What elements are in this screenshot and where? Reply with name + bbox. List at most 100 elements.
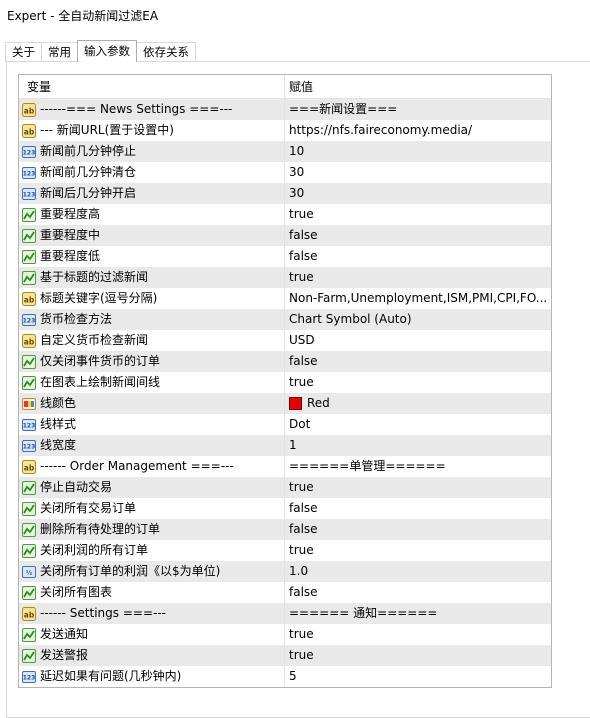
parameter-value-cell[interactable]: Dot	[285, 414, 551, 435]
parameter-row[interactable]: 发送警报 true	[19, 645, 551, 666]
parameter-value[interactable]: true	[289, 267, 314, 288]
parameter-value[interactable]: true	[289, 477, 314, 498]
parameter-row[interactable]: 123 延迟如果有问题(几秒钟内) 5	[19, 666, 551, 687]
parameter-row[interactable]: 123 新闻前几分钟停止 10	[19, 141, 551, 162]
parameter-value[interactable]: true	[289, 645, 314, 666]
parameter-value[interactable]: true	[289, 624, 314, 645]
parameter-row[interactable]: 删除所有待处理的订单 false	[19, 519, 551, 540]
parameter-value-cell[interactable]: false	[285, 519, 551, 540]
parameter-value[interactable]: 10	[289, 141, 304, 162]
boolean-chart-icon	[21, 543, 37, 559]
parameter-value-cell[interactable]: Red	[285, 393, 551, 414]
parameter-value[interactable]: false	[289, 582, 318, 603]
parameter-value[interactable]: https://nfs.faireconomy.media/	[289, 120, 472, 141]
parameter-row[interactable]: 关闭所有图表 false	[19, 582, 551, 603]
parameter-value-cell[interactable]: ===新闻设置===	[285, 99, 551, 120]
parameter-name-cell: 停止自动交易	[19, 477, 285, 498]
parameter-value-cell[interactable]: Non-Farm,Unemployment,ISM,PMI,CPI,FO...	[285, 288, 551, 309]
parameter-value-cell[interactable]: USD	[285, 330, 551, 351]
parameter-row[interactable]: 停止自动交易 true	[19, 477, 551, 498]
parameter-value-cell[interactable]: 30	[285, 183, 551, 204]
parameter-value-cell[interactable]: ====== 通知======	[285, 603, 551, 624]
parameter-row[interactable]: 123 线宽度 1	[19, 435, 551, 456]
parameter-row[interactable]: ab 自定义货币检查新闻 USD	[19, 330, 551, 351]
parameter-row[interactable]: 123 新闻前几分钟清仓 30	[19, 162, 551, 183]
parameter-value-cell[interactable]: Chart Symbol (Auto)	[285, 309, 551, 330]
parameter-row[interactable]: 123 新闻后几分钟开启 30	[19, 183, 551, 204]
parameter-value-cell[interactable]: 5	[285, 666, 551, 687]
parameter-value-cell[interactable]: 1.0	[285, 561, 551, 582]
parameter-row[interactable]: 重要程度中 false	[19, 225, 551, 246]
column-header-variable[interactable]: 变量	[19, 75, 285, 98]
parameter-name-cell: 123 线样式	[19, 414, 285, 435]
parameter-row[interactable]: ½ 关闭所有订单的利润《以$为单位) 1.0	[19, 561, 551, 582]
parameter-value-cell[interactable]: https://nfs.faireconomy.media/	[285, 120, 551, 141]
parameter-value[interactable]: false	[289, 225, 318, 246]
tab-about[interactable]: 关于	[5, 42, 42, 62]
parameter-value-cell[interactable]: true	[285, 204, 551, 225]
parameter-value-cell[interactable]: ======单管理======	[285, 456, 551, 477]
tab-inputs[interactable]: 输入参数	[77, 40, 137, 62]
parameter-value-cell[interactable]: true	[285, 372, 551, 393]
parameter-value[interactable]: 1	[289, 435, 297, 456]
parameter-value[interactable]: true	[289, 372, 314, 393]
parameter-value-cell[interactable]: true	[285, 624, 551, 645]
parameter-row[interactable]: 仅关闭事件货币的订单 false	[19, 351, 551, 372]
parameter-row[interactable]: ab ------ Settings ===--- ====== 通知======	[19, 603, 551, 624]
parameter-row[interactable]: 重要程度低 false	[19, 246, 551, 267]
parameter-row[interactable]: ab --- 新闻URL(置于设置中) https://nfs.faireconom…	[19, 120, 551, 141]
parameter-value-cell[interactable]: false	[285, 351, 551, 372]
parameter-value[interactable]: Dot	[289, 414, 310, 435]
parameter-row[interactable]: 123 货币检查方法 Chart Symbol (Auto)	[19, 309, 551, 330]
parameter-row[interactable]: 重要程度高 true	[19, 204, 551, 225]
column-header-value[interactable]: 赋值	[285, 75, 551, 98]
parameter-value-cell[interactable]: 10	[285, 141, 551, 162]
parameter-name: 删除所有待处理的订单	[40, 522, 161, 536]
parameter-value-cell[interactable]: 30	[285, 162, 551, 183]
parameter-row[interactable]: 关闭利润的所有订单 true	[19, 540, 551, 561]
parameter-value-cell[interactable]: false	[285, 246, 551, 267]
parameter-row[interactable]: 123 线样式 Dot	[19, 414, 551, 435]
tab-common[interactable]: 常用	[41, 42, 78, 62]
parameter-value-cell[interactable]: true	[285, 540, 551, 561]
parameter-value-cell[interactable]: true	[285, 477, 551, 498]
parameter-value[interactable]: 5	[289, 666, 297, 687]
parameter-row[interactable]: 基于标题的过滤新闻 true	[19, 267, 551, 288]
parameter-row[interactable]: 关闭所有交易订单 false	[19, 498, 551, 519]
parameter-value[interactable]: ===新闻设置===	[289, 99, 397, 120]
parameter-value[interactable]: false	[289, 246, 318, 267]
parameter-value[interactable]: false	[289, 519, 318, 540]
parameter-value[interactable]: Red	[307, 393, 330, 414]
parameter-value[interactable]: USD	[289, 330, 315, 351]
parameter-value[interactable]: ====== 通知======	[289, 603, 437, 624]
parameter-value-cell[interactable]: true	[285, 267, 551, 288]
parameter-value-cell[interactable]: false	[285, 498, 551, 519]
parameter-value[interactable]: Non-Farm,Unemployment,ISM,PMI,CPI,FO...	[289, 288, 547, 309]
parameter-value-cell[interactable]: false	[285, 582, 551, 603]
parameter-row[interactable]: 发送通知 true	[19, 624, 551, 645]
svg-text:ab: ab	[24, 106, 35, 115]
parameter-row[interactable]: 在图表上绘制新闻间线 true	[19, 372, 551, 393]
parameter-name: 仅关闭事件货币的订单	[40, 354, 161, 368]
parameter-value[interactable]: false	[289, 498, 318, 519]
parameter-row[interactable]: 线颜色 Red	[19, 393, 551, 414]
parameter-name-cell: ab 自定义货币检查新闻	[19, 330, 285, 351]
parameter-value[interactable]: false	[289, 351, 318, 372]
parameter-value[interactable]: true	[289, 204, 314, 225]
parameter-value[interactable]: 30	[289, 162, 304, 183]
parameter-value[interactable]: ======单管理======	[289, 456, 446, 477]
parameter-value[interactable]: 1.0	[289, 561, 308, 582]
parameter-row[interactable]: ab 标题关键字(逗号分隔) Non-Farm,Unemployment,ISM,P…	[19, 288, 551, 309]
parameter-row[interactable]: ab ------ Order Management ===--- ======单管…	[19, 456, 551, 477]
parameter-name-cell: ½ 关闭所有订单的利润《以$为单位)	[19, 561, 285, 582]
parameter-value[interactable]: true	[289, 540, 314, 561]
parameter-value[interactable]: 30	[289, 183, 304, 204]
parameter-value[interactable]: Chart Symbol (Auto)	[289, 309, 412, 330]
parameter-name: 发送警报	[40, 648, 89, 662]
parameter-value-cell[interactable]: 1	[285, 435, 551, 456]
parameter-value-cell[interactable]: false	[285, 225, 551, 246]
color-swatch[interactable]	[289, 397, 302, 410]
tab-dependencies[interactable]: 依存关系	[136, 42, 196, 62]
parameter-value-cell[interactable]: true	[285, 645, 551, 666]
parameter-row[interactable]: ab ------=== News Settings ===--- ===新闻设置=…	[19, 99, 551, 120]
